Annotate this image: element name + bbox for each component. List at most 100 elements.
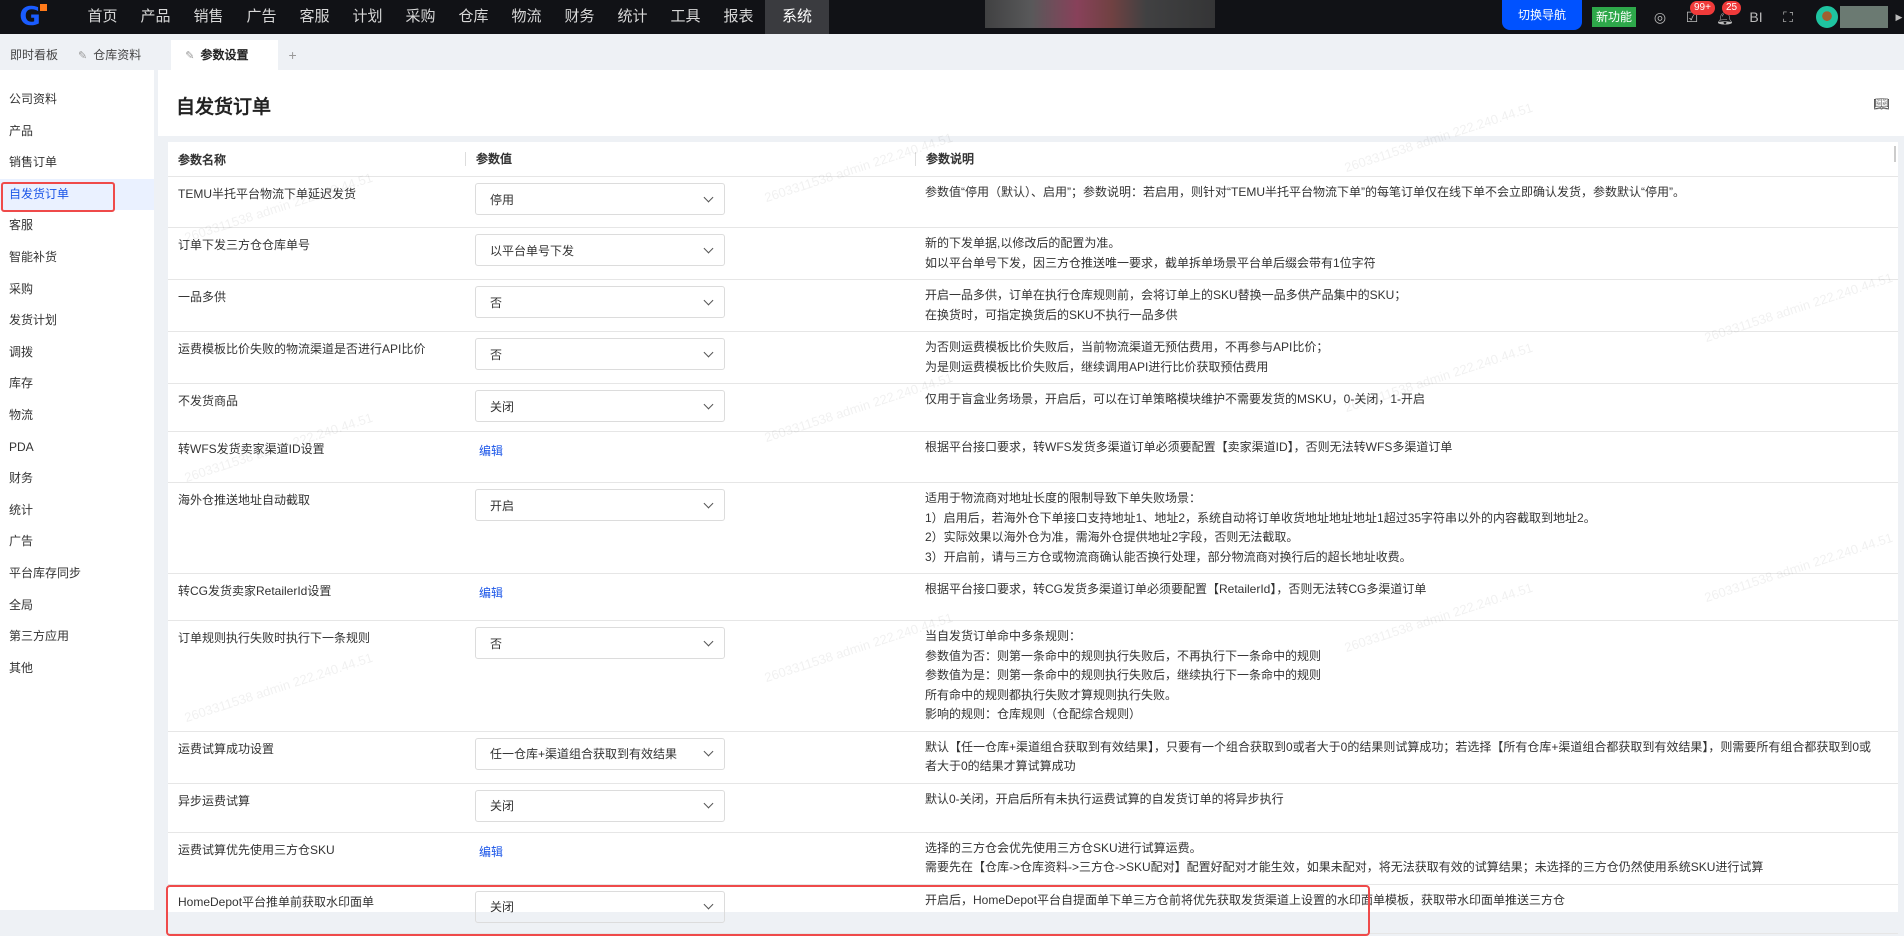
parameter-table: 参数名称 参数值 参数说明 TEMU半托平台物流下单延迟发货 停用 参数值“停用（默… bbox=[166, 142, 1898, 936]
scrollbar[interactable] bbox=[1894, 146, 1896, 162]
menu-item[interactable]: 物流 bbox=[500, 0, 553, 34]
menu-item[interactable]: 广告 bbox=[235, 0, 288, 34]
table-row: 运费模板比价失败的物流渠道是否进行API比价 否 为否则运费模板比价失败后，当前物流… bbox=[168, 332, 1898, 384]
sidebar-item[interactable]: 调拨 bbox=[0, 337, 154, 369]
param-value-select[interactable]: 停用 bbox=[475, 183, 725, 215]
bi-button[interactable]: BI bbox=[1748, 9, 1764, 25]
task-icon[interactable]: ☑ 99+ bbox=[1684, 0, 1715, 26]
avatar[interactable] bbox=[1816, 6, 1838, 28]
description-line: 默认【任一仓库+渠道组合获取到有效结果】，只要有一个组合获取到0或者大于0的结果… bbox=[925, 739, 1872, 754]
param-name: HomeDepot平台推单前获取水印面单 bbox=[178, 894, 375, 909]
tab-dashboard[interactable]: 即时看板 bbox=[0, 40, 68, 70]
sidebar-item[interactable]: 库存 bbox=[0, 368, 154, 400]
new-feature-button[interactable]: 新功能 bbox=[1591, 7, 1636, 27]
sidebar-item[interactable]: 其他 bbox=[0, 653, 154, 685]
top-nav-bar: G 首页 产品 销售 广告 客服 计划 采购 仓库 物流 财务 统计 工具 报表 系统 切换导航 新功能 … bbox=[0, 0, 1904, 34]
param-value-select[interactable]: 否 bbox=[475, 286, 725, 318]
description-line: 在换货时，可指定换货后的SKU不执行一品多供 bbox=[925, 307, 1178, 322]
param-description: 开启后，HomeDepot平台自提面单下单三方仓前将优先获取发货渠道上设置的水印… bbox=[915, 885, 1898, 933]
sidebar-item[interactable]: 平台库存同步 bbox=[0, 558, 154, 590]
bell-icon[interactable]: 🔔︎ 25 bbox=[1716, 0, 1742, 26]
param-name: 转WFS发货卖家渠道ID设置 bbox=[178, 442, 325, 456]
table-row: 运费试算优先使用三方仓SKU 编辑 选择的三方仓会优先使用三方仓SKU进行试算运费。… bbox=[168, 833, 1898, 885]
description-line: 需要先在【仓库->仓库资料->三方仓->SKU配对】配置好配对才能生效，如果未配… bbox=[925, 860, 1764, 874]
tab-warehouse-info[interactable]: ✎ 仓库资料 bbox=[68, 40, 151, 70]
fullscreen-icon[interactable]: ⛶ bbox=[1780, 9, 1796, 26]
sidebar-item[interactable]: 自发货订单 bbox=[0, 178, 154, 212]
description-line: 默认0-关闭，开启后所有未执行运费试算的自发货订单的将异步执行 bbox=[925, 791, 1284, 806]
param-value-select[interactable]: 以平台单号下发 bbox=[475, 234, 725, 266]
description-line: 为是则运费模板比价失败后，继续调用API进行比价获取预估费用 bbox=[925, 359, 1269, 374]
description-line: 开启一品多供，订单在执行仓库规则前，会将订单上的SKU替换一品多供产品集中的SK… bbox=[925, 288, 1407, 302]
param-value-cell: 任一仓库+渠道组合获取到有效结果 bbox=[465, 732, 915, 783]
param-value-select[interactable]: 任一仓库+渠道组合获取到有效结果 bbox=[475, 737, 725, 770]
menu-item[interactable]: 计划 bbox=[341, 0, 394, 34]
table-row: HomeDepot平台推单前获取水印面单 关闭 开启后，HomeDepot平台自提面… bbox=[166, 884, 1898, 936]
sidebar-item[interactable]: 第三方应用 bbox=[0, 621, 154, 653]
sidebar-item[interactable]: 智能补货 bbox=[0, 242, 154, 274]
description-line: 影响的规则：仓库规则（仓配综合规则） bbox=[925, 707, 1142, 721]
menu-item[interactable]: 报表 bbox=[712, 0, 765, 34]
param-name: 订单规则执行失败时执行下一条规则 bbox=[178, 631, 371, 645]
menu-item[interactable]: 首页 bbox=[76, 0, 129, 34]
sidebar-item[interactable]: 销售订单 bbox=[0, 147, 154, 179]
tab-parameter-settings[interactable]: ✎ 参数设置 bbox=[171, 40, 279, 70]
sidebar-item[interactable]: 发货计划 bbox=[0, 305, 154, 337]
param-value-select[interactable]: 否 bbox=[475, 627, 725, 659]
edit-link[interactable]: 编辑 bbox=[475, 580, 503, 601]
sidebar-item[interactable]: 采购 bbox=[0, 274, 154, 306]
param-value-select[interactable]: 关闭 bbox=[475, 890, 725, 923]
param-value-select[interactable]: 开启 bbox=[475, 489, 725, 521]
menu-item[interactable]: 财务 bbox=[553, 0, 606, 34]
sidebar-item[interactable]: 统计 bbox=[0, 495, 154, 527]
menu-item[interactable]: 系统 bbox=[765, 0, 829, 34]
menu-item[interactable]: 产品 bbox=[129, 0, 182, 34]
param-value-cell: 关闭 bbox=[465, 784, 915, 832]
switch-nav-button[interactable]: 切换导航 bbox=[1501, 0, 1582, 30]
description-line: 开启后，HomeDepot平台自提面单下单三方仓前将优先获取发货渠道上设置的水印… bbox=[925, 892, 1566, 907]
select-value: 停用 bbox=[490, 192, 515, 207]
edit-link[interactable]: 编辑 bbox=[475, 438, 503, 459]
caret-right-icon[interactable]: ▶ bbox=[1894, 12, 1904, 23]
description-line: 仅用于盲盒业务场景，开启后，可以在订单策略模块维护不需要发货的MSKU，0-关闭… bbox=[925, 392, 1426, 406]
menu-item[interactable]: 统计 bbox=[606, 0, 659, 34]
user-name-redacted[interactable] bbox=[1840, 6, 1888, 28]
menu-item[interactable]: 工具 bbox=[659, 0, 712, 34]
description-line: 适用于物流商对地址长度的限制导致下单失败场景： bbox=[925, 491, 1202, 505]
sidebar-item[interactable]: 产品 bbox=[0, 116, 154, 148]
param-value-cell: 编辑 bbox=[465, 833, 915, 884]
sidebar-item[interactable]: 广告 bbox=[0, 526, 154, 558]
description-line: 参数值“停用（默认）、启用”；参数说明：若启用，则针对“TEMU半托平台物流下单… bbox=[925, 185, 1685, 199]
sidebar-item[interactable]: 公司资料 bbox=[0, 84, 154, 116]
description-line: 所有命中的规则都执行失败才算规则执行失败。 bbox=[925, 687, 1178, 702]
param-value-cell: 关闭 bbox=[465, 885, 915, 933]
param-description: 选择的三方仓会优先使用三方仓SKU进行试算运费。需要先在【仓库->仓库资料->三… bbox=[915, 833, 1898, 884]
pin-icon: ✎ bbox=[78, 50, 88, 62]
param-value-select[interactable]: 关闭 bbox=[475, 390, 725, 422]
sidebar-item[interactable]: 客服 bbox=[0, 210, 154, 242]
param-value-select[interactable]: 否 bbox=[475, 338, 725, 370]
pause-circle-icon[interactable]: ◎ bbox=[1652, 9, 1668, 26]
add-tab-button[interactable]: + bbox=[278, 40, 306, 70]
param-description: 适用于物流商对地址长度的限制导致下单失败场景： 1）启用后，若海外仓下单接口支持地… bbox=[915, 483, 1898, 573]
menu-item[interactable]: 客服 bbox=[288, 0, 341, 34]
description-line: 2）实际效果以海外仓为准，需海外仓提供地址2字段，否则无法截取。 bbox=[925, 530, 1299, 544]
settings-sidebar: 公司资料 产品 销售订单 自发货订单 客服 智能补货 采购 发货计划 调拨 库存 物流 PDA 财务 统计… bbox=[0, 70, 154, 910]
param-value-select[interactable]: 关闭 bbox=[475, 789, 725, 822]
help-book-icon[interactable]: 📖︎ bbox=[1873, 96, 1890, 112]
table-row: 转CG发货卖家RetailerId设置 编辑 根据平台接口要求，转CG发货多渠道订单… bbox=[168, 574, 1898, 621]
sidebar-item[interactable]: 全局 bbox=[0, 590, 154, 622]
chevron-down-icon bbox=[703, 399, 714, 409]
app-logo[interactable]: G bbox=[0, 0, 60, 34]
menu-item[interactable]: 销售 bbox=[182, 0, 235, 34]
menu-item[interactable]: 采购 bbox=[394, 0, 447, 34]
description-line: 者大于0的结果才算试算成功 bbox=[925, 759, 1076, 773]
sidebar-item[interactable]: 物流 bbox=[0, 400, 154, 432]
sidebar-item[interactable]: 财务 bbox=[0, 463, 154, 495]
description-line: 选择的三方仓会优先使用三方仓SKU进行试算运费。 bbox=[925, 840, 1202, 855]
menu-item[interactable]: 仓库 bbox=[447, 0, 500, 34]
description-line: 3）开启前，请与三方仓或物流商确认能否换行处理，部分物流商对换行后的超长地址收费… bbox=[925, 549, 1412, 564]
edit-link[interactable]: 编辑 bbox=[475, 839, 503, 860]
page-title: 自发货订单 bbox=[176, 97, 272, 118]
sidebar-item[interactable]: PDA bbox=[0, 432, 154, 464]
